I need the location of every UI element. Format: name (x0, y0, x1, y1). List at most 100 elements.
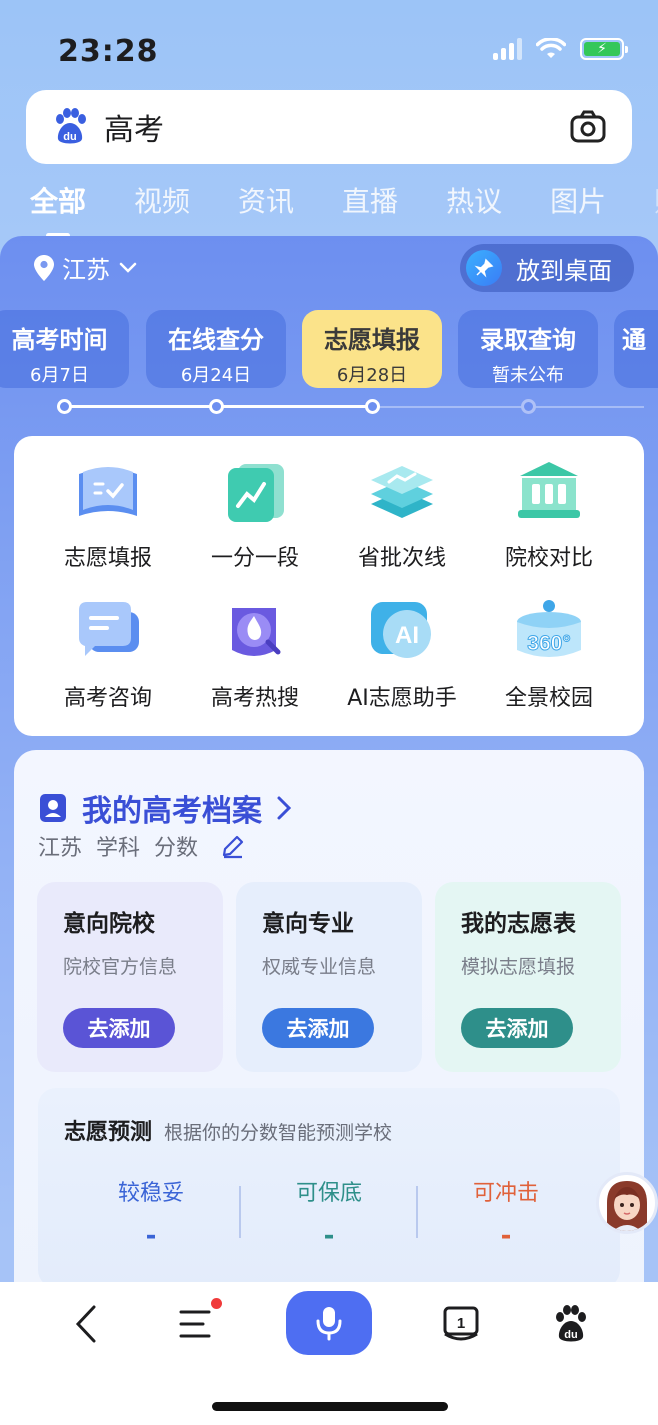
signal-icon (493, 38, 522, 60)
timeline-dot (521, 399, 536, 414)
prediction-reach[interactable]: 可冲击 - (426, 1175, 586, 1251)
back-button[interactable] (62, 1300, 110, 1348)
tool-ai-assistant[interactable]: AI AI志愿助手 (332, 600, 472, 712)
home-indicator (212, 1402, 448, 1411)
add-school-button[interactable]: 去添加 (63, 1008, 175, 1048)
ai-icon: AI (371, 602, 431, 658)
voice-search-button[interactable] (286, 1291, 372, 1355)
tool-batch-line[interactable]: 省批次线 (332, 460, 472, 572)
location-selector[interactable]: 江苏 (34, 250, 138, 285)
location-label: 江苏 (62, 256, 110, 284)
status-icons: ⚡ (493, 38, 628, 60)
prediction-label: 可保底 (295, 1181, 362, 1206)
microphone-icon (316, 1307, 342, 1341)
tool-label: 全景校园 (504, 686, 593, 711)
tabs-count-icon: 1 (443, 1306, 479, 1341)
svg-text:1: 1 (457, 1315, 465, 1332)
book-check-icon (79, 467, 137, 516)
profile-subject: 学科 (96, 836, 141, 861)
tool-panorama[interactable]: 360° 全景校园 (479, 600, 619, 712)
edit-pencil-icon[interactable] (220, 833, 246, 859)
card-desc: 权威专业信息 (262, 956, 377, 978)
baidu-paw-icon: du (556, 1305, 586, 1342)
tool-volunteer-fill[interactable]: 志愿填报 (38, 460, 178, 572)
notification-dot (211, 1298, 222, 1309)
search-query[interactable]: 高考 (104, 105, 568, 149)
prediction-hint: 根据你的分数智能预测学校 (164, 1122, 393, 1144)
baidu-home-button[interactable]: du (547, 1300, 595, 1348)
timeline-card[interactable]: 在线查分 6月24日 (146, 310, 286, 388)
add-major-button[interactable]: 去添加 (262, 1008, 374, 1048)
chevron-right-icon (277, 796, 292, 820)
timeline-date: 暂未公布 (492, 365, 564, 386)
baidu-paw-icon: du (56, 108, 86, 144)
svg-text:AI: AI (395, 622, 419, 649)
tool-label: 高考咨询 (63, 686, 152, 711)
timeline-dot (209, 399, 224, 414)
prediction-value: - (145, 1221, 157, 1251)
pushpin-icon (466, 250, 502, 286)
card-desc: 模拟志愿填报 (461, 956, 576, 978)
profile-province: 江苏 (38, 836, 83, 861)
intended-major-card[interactable]: 意向专业 权威专业信息 去添加 (236, 882, 422, 1072)
status-time: 23:28 (58, 34, 159, 69)
camera-icon[interactable] (568, 107, 608, 147)
tool-score-rank[interactable]: 一分一段 (185, 460, 325, 572)
prediction-safe[interactable]: 可保底 - (249, 1175, 409, 1251)
timeline-card[interactable]: 高考时间 6月7日 (0, 310, 129, 388)
tabs-switcher-button[interactable]: 1 (437, 1300, 485, 1348)
tab-all[interactable]: 全部 (30, 180, 86, 238)
card-title: 意向院校 (63, 911, 155, 937)
card-desc: 院校官方信息 (63, 956, 178, 978)
card-title: 我的志愿表 (461, 911, 576, 937)
profile-title-link[interactable]: 我的高考档案 (38, 786, 292, 830)
ai-assistant-avatar[interactable] (596, 1172, 658, 1234)
prediction-value: - (500, 1221, 512, 1251)
my-volunteer-table-card[interactable]: 我的志愿表 模拟志愿填报 去添加 (435, 882, 621, 1072)
tab-news[interactable]: 资讯 (238, 180, 294, 220)
timeline-title: 在线查分 (168, 326, 264, 354)
timeline-date: 6月24日 (180, 365, 252, 386)
profile-book-icon (40, 794, 66, 822)
add-volunteer-button[interactable]: 去添加 (461, 1008, 573, 1048)
tab-discuss[interactable]: 热议 (446, 180, 502, 220)
tool-label: 高考热搜 (210, 686, 299, 711)
tab-video[interactable]: 视频 (134, 180, 190, 220)
chart-line-icon (228, 464, 284, 522)
timeline-card[interactable]: 通 (614, 310, 658, 388)
timeline-dot (365, 399, 380, 414)
location-pin-icon (34, 254, 54, 281)
timeline-title: 高考时间 (11, 326, 108, 354)
timeline-title: 志愿填报 (324, 326, 420, 354)
chat-icon (79, 602, 139, 656)
timeline-card[interactable]: 录取查询 暂未公布 (458, 310, 598, 388)
intended-school-card[interactable]: 意向院校 院校官方信息 去添加 (37, 882, 223, 1072)
tab-shop[interactable]: 购 (654, 180, 658, 220)
search-bar[interactable]: du 高考 (26, 90, 632, 164)
wifi-icon (536, 38, 566, 58)
tool-consult[interactable]: 高考咨询 (38, 600, 178, 712)
pin-to-desktop-button[interactable]: 放到桌面 (460, 244, 634, 292)
tab-live[interactable]: 直播 (342, 180, 398, 220)
layers-icon (371, 466, 433, 518)
tool-school-compare[interactable]: 院校对比 (479, 460, 619, 572)
tool-hot-search[interactable]: 高考热搜 (185, 600, 325, 712)
menu-icon (179, 1310, 211, 1338)
tab-images[interactable]: 图片 (550, 180, 606, 220)
category-tabs: 全部 视频 资讯 直播 热议 图片 购 (30, 180, 658, 238)
timeline-date: 6月28日 (336, 365, 408, 386)
pin-to-desktop-label: 放到桌面 (516, 256, 612, 285)
battery-icon: ⚡ (580, 38, 628, 60)
tool-label: 一分一段 (210, 546, 299, 571)
svg-text:360°: 360° (527, 632, 570, 655)
profile-title: 我的高考档案 (82, 794, 262, 829)
prediction-stable[interactable]: 较稳妥 - (71, 1175, 231, 1251)
prediction-label: 较稳妥 (117, 1181, 184, 1206)
tool-label: 院校对比 (504, 546, 593, 571)
prediction-label: 可冲击 (472, 1181, 539, 1206)
timeline-card-active[interactable]: 志愿填报 6月28日 (302, 310, 442, 388)
tool-label: 志愿填报 (63, 546, 152, 571)
profile-score: 分数 (154, 836, 199, 861)
timeline-title: 录取查询 (480, 326, 576, 354)
profile-subtitle[interactable]: 江苏 学科 分数 (38, 830, 246, 862)
